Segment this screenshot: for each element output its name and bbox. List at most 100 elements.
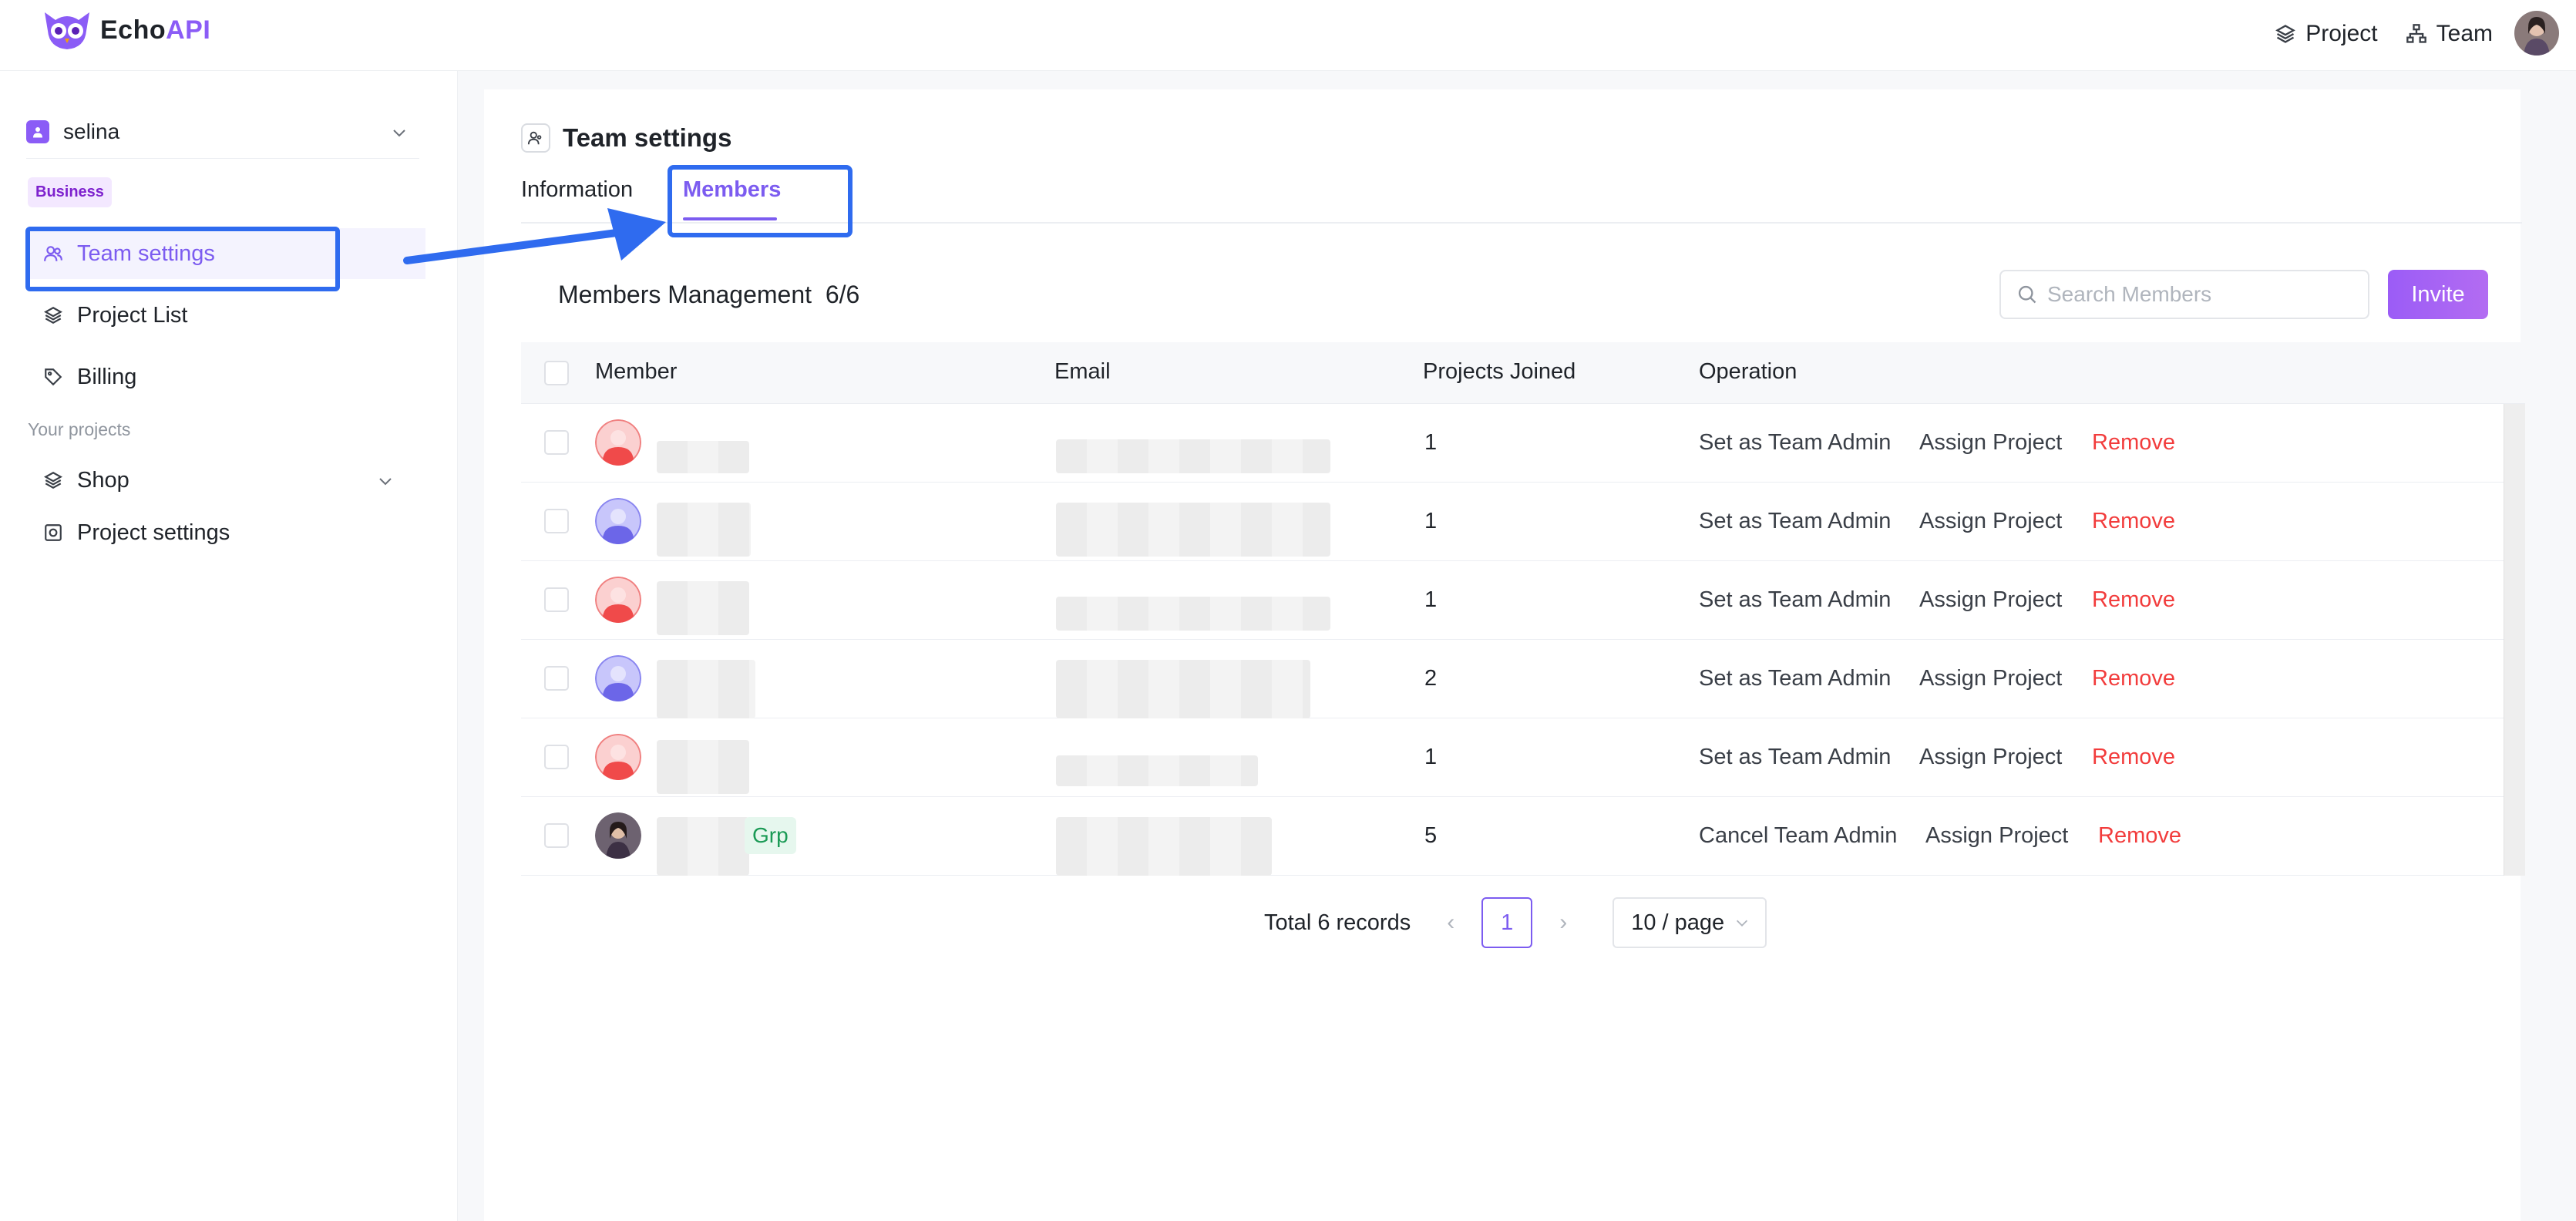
table-scrollbar[interactable] xyxy=(2504,404,2525,876)
email-redacted xyxy=(1056,817,1272,876)
user-avatar[interactable] xyxy=(2514,11,2559,56)
projects-joined: 2 xyxy=(1424,666,1438,691)
assign-project-link[interactable]: Assign Project xyxy=(1919,745,2062,770)
next-page-icon[interactable]: › xyxy=(1548,910,1579,936)
user-photo-icon xyxy=(2514,11,2559,56)
workspace-icon xyxy=(26,119,49,143)
table-row: 1 Set as Team Admin Assign Project Remov… xyxy=(521,404,2504,483)
members-count: 6/6 xyxy=(825,281,860,308)
member-name-redacted xyxy=(657,740,749,794)
avatar xyxy=(595,734,641,780)
set-admin-link[interactable]: Set as Team Admin xyxy=(1699,587,1891,613)
sidebar-item-shop[interactable]: Shop xyxy=(28,455,425,506)
logo-text-echo: Echo xyxy=(100,15,166,45)
page-size-select[interactable]: 10 / page xyxy=(1613,897,1767,948)
org-chart-icon xyxy=(2406,24,2426,43)
chevron-down-icon xyxy=(393,130,405,137)
select-all-checkbox[interactable] xyxy=(544,361,569,385)
projects-section-label: Your projects xyxy=(28,419,131,439)
sidebar-item-label: Shop xyxy=(77,467,129,493)
row-checkbox[interactable] xyxy=(544,823,569,848)
tag-icon xyxy=(45,368,62,386)
email-redacted xyxy=(1056,660,1310,718)
assign-project-link[interactable]: Assign Project xyxy=(1919,666,2062,691)
row-checkbox[interactable] xyxy=(544,666,569,691)
table-row: 1 Set as Team Admin Assign Project Remov… xyxy=(521,561,2504,640)
top-nav-team-label: Team xyxy=(2436,21,2493,46)
top-bar: EchoAPI Project Team xyxy=(0,0,2576,71)
table-row: 1 Set as Team Admin Assign Project Remov… xyxy=(521,483,2504,561)
column-header-operation: Operation xyxy=(1699,359,1797,384)
remove-link[interactable]: Remove xyxy=(2098,823,2181,849)
table-row: Grp 5 Cancel Team Admin Assign Project R… xyxy=(521,797,2504,876)
remove-link[interactable]: Remove xyxy=(2092,587,2175,613)
table-header: Member Email Projects Joined Operation xyxy=(521,342,2525,404)
assign-project-link[interactable]: Assign Project xyxy=(1919,509,2062,534)
member-name-redacted xyxy=(657,660,755,718)
workspace-name: selina xyxy=(63,119,120,143)
projects-joined: 5 xyxy=(1424,823,1438,848)
remove-link[interactable]: Remove xyxy=(2092,509,2175,534)
table-row: 2 Set as Team Admin Assign Project Remov… xyxy=(521,640,2504,718)
invite-button[interactable]: Invite xyxy=(2388,270,2488,319)
row-checkbox[interactable] xyxy=(544,430,569,455)
column-header-member: Member xyxy=(595,359,678,384)
sidebar-item-project-settings[interactable]: Project settings xyxy=(28,507,425,558)
remove-link[interactable]: Remove xyxy=(2092,430,2175,456)
workspace-selector[interactable]: selina xyxy=(26,105,419,159)
member-name-redacted xyxy=(657,581,749,635)
remove-link[interactable]: Remove xyxy=(2092,666,2175,691)
cancel-admin-link[interactable]: Cancel Team Admin xyxy=(1699,823,1897,849)
page-size-value: 10 / page xyxy=(1631,910,1725,935)
member-name-redacted xyxy=(657,503,751,557)
page-title: Team settings xyxy=(563,123,732,152)
projects-joined: 1 xyxy=(1424,745,1438,769)
assign-project-link[interactable]: Assign Project xyxy=(1919,430,2062,456)
sidebar-item-label: Project settings xyxy=(77,520,230,545)
projects-joined: 1 xyxy=(1424,587,1438,612)
members-heading: Members Management 6/6 xyxy=(558,281,859,309)
set-admin-link[interactable]: Set as Team Admin xyxy=(1699,430,1891,456)
logo-text-api: API xyxy=(166,15,211,45)
remove-link[interactable]: Remove xyxy=(2092,745,2175,770)
chevron-down-icon[interactable] xyxy=(376,472,395,490)
highlight-box-members-tab xyxy=(668,165,853,237)
sidebar-item-project-list[interactable]: Project List xyxy=(28,290,425,341)
search-members[interactable] xyxy=(1999,270,2369,319)
page-header: Team settings xyxy=(521,123,731,153)
highlight-box-team-settings xyxy=(25,227,340,291)
row-checkbox[interactable] xyxy=(544,587,569,612)
plan-badge: Business xyxy=(28,177,112,207)
avatar xyxy=(595,419,641,466)
email-redacted xyxy=(1056,439,1330,473)
row-checkbox[interactable] xyxy=(544,745,569,769)
pagination: Total 6 records ‹ 1 › 10 / page xyxy=(1264,897,1767,948)
set-admin-link[interactable]: Set as Team Admin xyxy=(1699,666,1891,691)
assign-project-link[interactable]: Assign Project xyxy=(1919,587,2062,613)
prev-page-icon[interactable]: ‹ xyxy=(1435,910,1466,936)
top-nav-team[interactable]: Team xyxy=(2406,21,2493,47)
assign-project-link[interactable]: Assign Project xyxy=(1925,823,2068,849)
avatar xyxy=(595,655,641,701)
layers-icon xyxy=(44,307,62,324)
email-redacted xyxy=(1056,597,1330,631)
annotation-arrow-icon xyxy=(403,208,666,264)
settings-square-icon xyxy=(45,524,62,541)
echoapi-logo[interactable]: EchoAPI xyxy=(42,8,210,52)
team-icon xyxy=(521,123,550,153)
owl-logo-icon xyxy=(45,12,89,49)
page-number-button[interactable]: 1 xyxy=(1481,897,1533,948)
row-checkbox[interactable] xyxy=(544,509,569,533)
sidebar-item-billing[interactable]: Billing xyxy=(28,352,425,402)
search-input[interactable] xyxy=(2047,282,2340,307)
set-admin-link[interactable]: Set as Team Admin xyxy=(1699,509,1891,534)
top-nav-project[interactable]: Project xyxy=(2275,21,2378,47)
sidebar-item-label: Project List xyxy=(77,302,188,328)
set-admin-link[interactable]: Set as Team Admin xyxy=(1699,745,1891,770)
email-redacted xyxy=(1056,755,1258,786)
avatar xyxy=(595,577,641,623)
top-nav: Project Team xyxy=(2247,0,2493,68)
members-table: 1 Set as Team Admin Assign Project Remov… xyxy=(521,404,2504,876)
table-row: 1 Set as Team Admin Assign Project Remov… xyxy=(521,718,2504,797)
total-records: Total 6 records xyxy=(1264,910,1411,935)
